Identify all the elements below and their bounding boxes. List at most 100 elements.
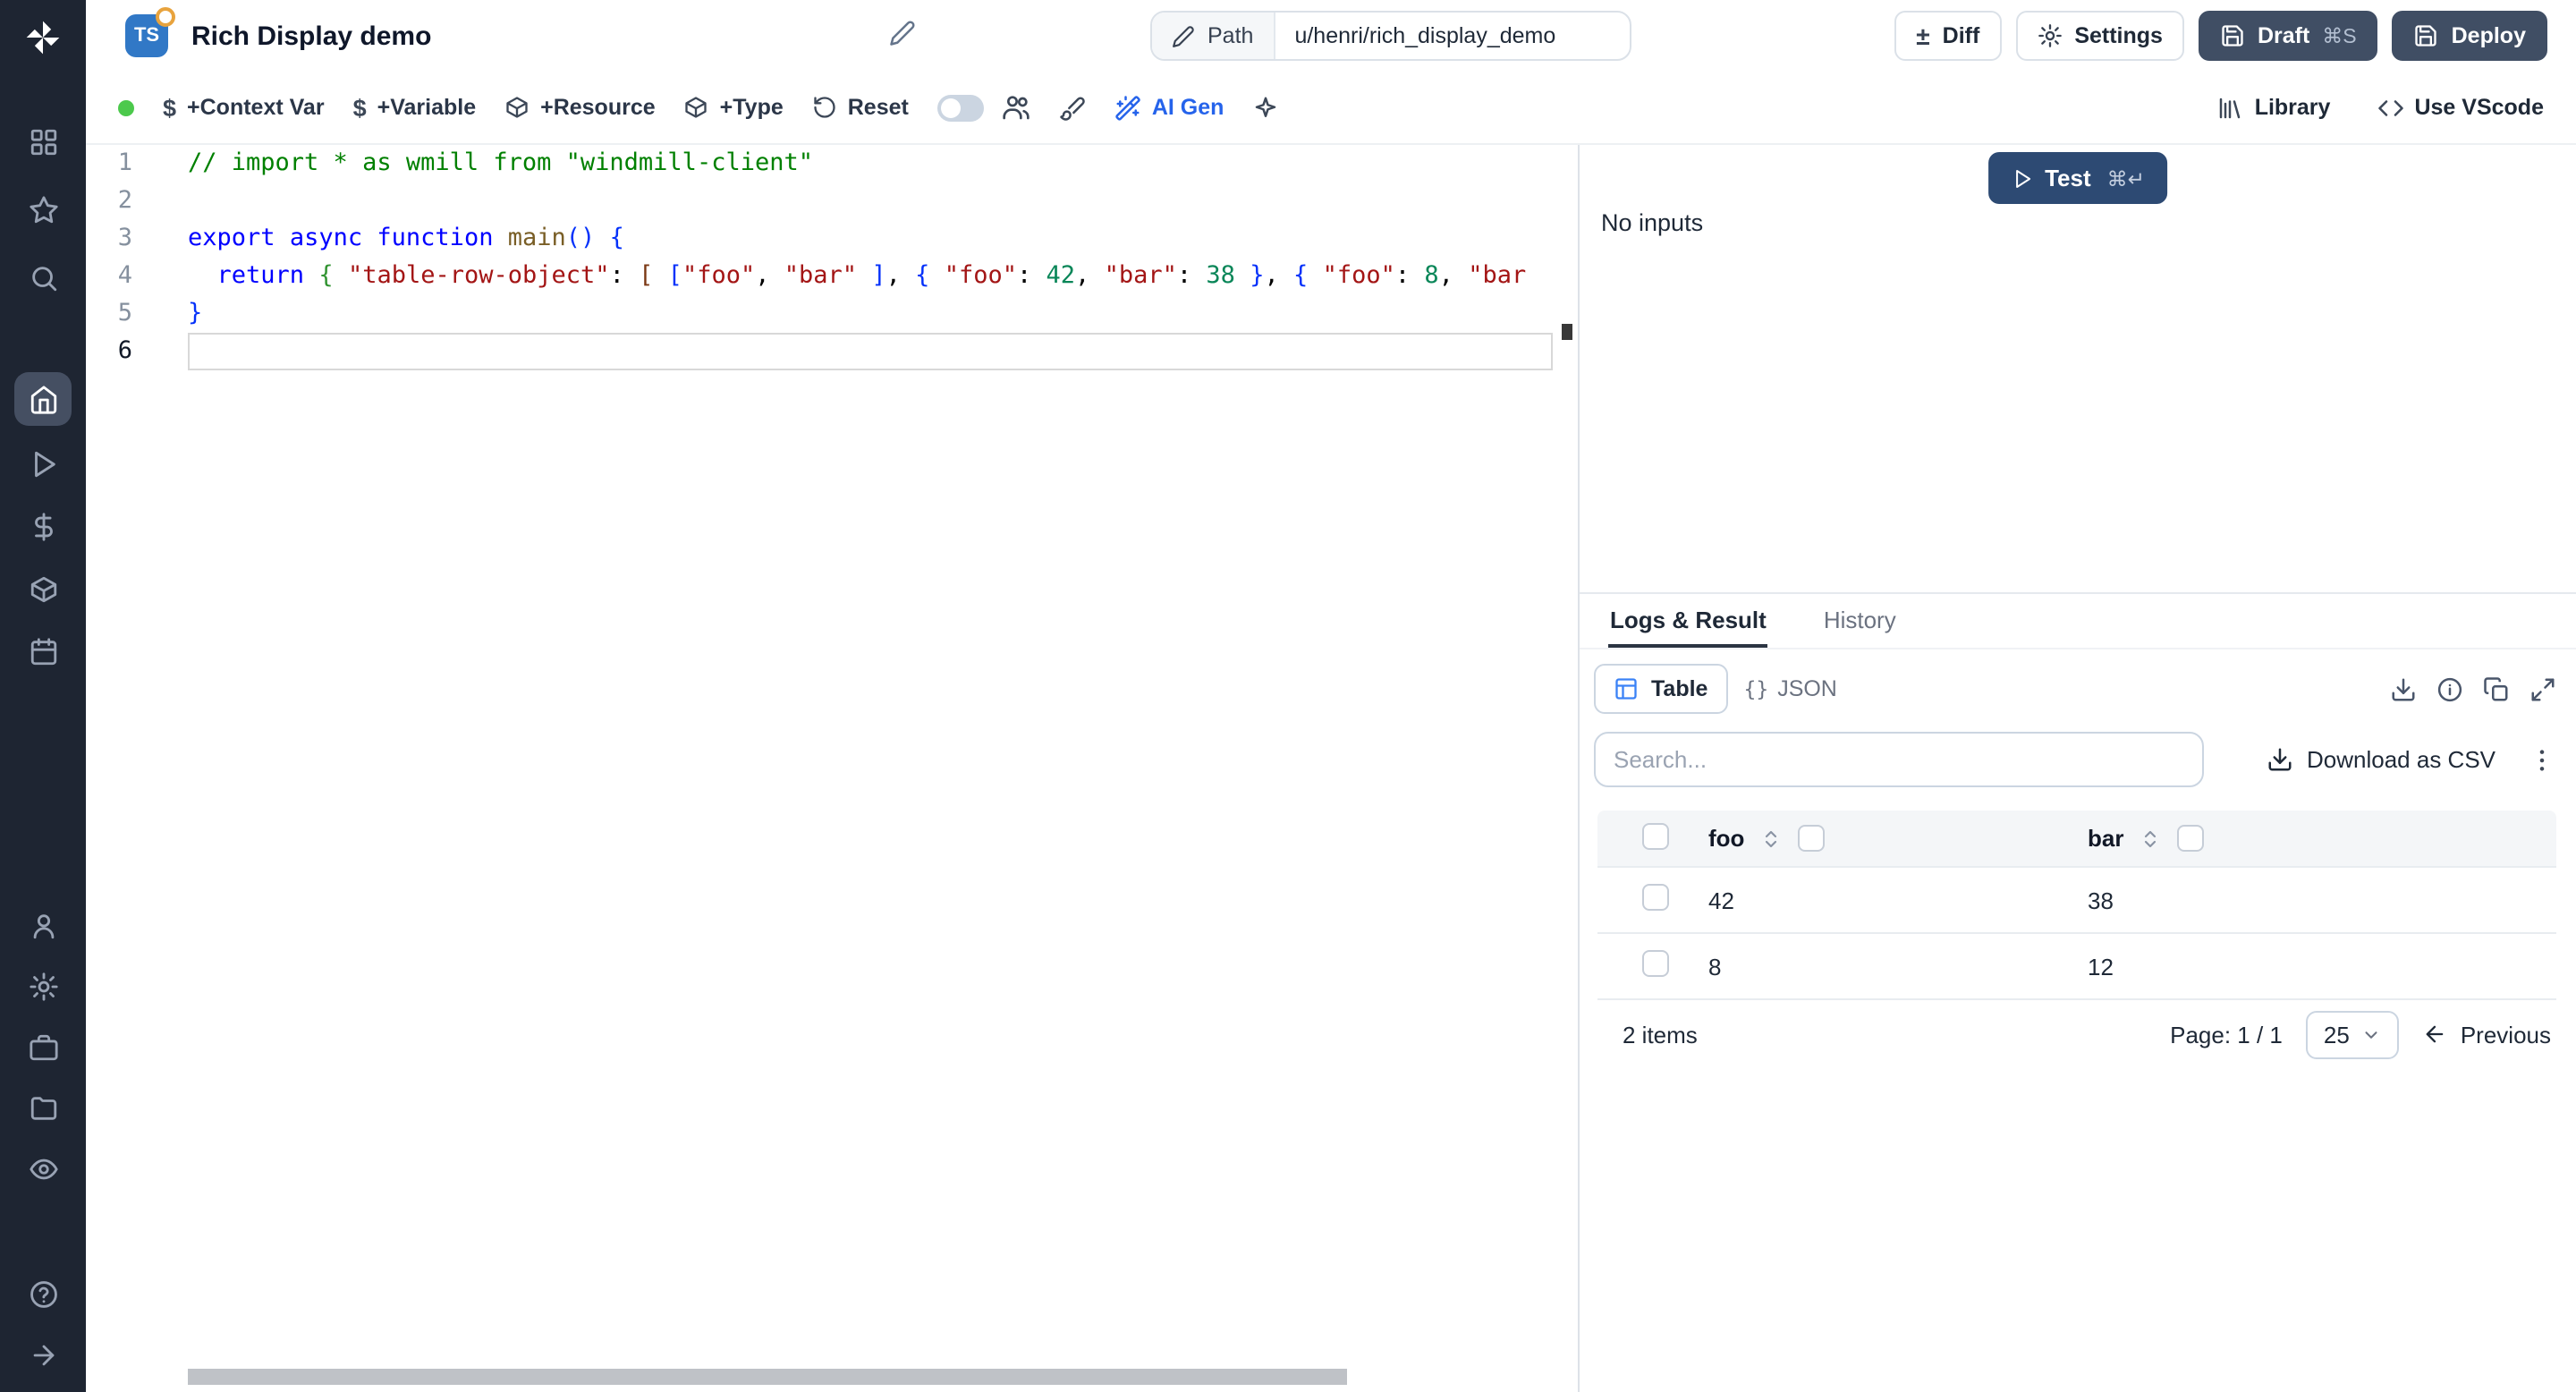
previous-label: Previous	[2461, 1021, 2551, 1048]
code-line[interactable]: export async function main() {	[188, 220, 1553, 258]
view-toggle-json[interactable]: {} JSON	[1727, 664, 1852, 714]
download-icon	[2266, 746, 2292, 773]
column-header-bar: bar	[2088, 825, 2123, 852]
page-indicator: Page: 1 / 1	[2170, 1021, 2283, 1048]
column-checkbox-foo[interactable]	[1798, 825, 1825, 852]
add-type-button[interactable]: +Type	[684, 95, 784, 120]
edit-summary-icon[interactable]	[889, 20, 916, 47]
table-row[interactable]: 8 12	[1597, 934, 2556, 1000]
code-lines[interactable]: // import * as wmill from "windmill-clie…	[188, 145, 1553, 1367]
test-shortcut: ⌘↵	[2107, 166, 2145, 191]
search-input[interactable]	[1594, 732, 2204, 787]
copy-icon[interactable]	[2483, 675, 2510, 702]
expand-icon[interactable]	[2529, 675, 2556, 702]
code-line[interactable]	[188, 182, 1553, 220]
code-line[interactable]: }	[188, 295, 1553, 333]
windmill-logo-icon[interactable]	[23, 18, 63, 57]
reset-icon	[812, 95, 837, 120]
add-resource-label: +Resource	[540, 95, 656, 120]
sidebar-item-folders[interactable]	[14, 1081, 72, 1134]
tab-logs-result[interactable]: Logs & Result	[1608, 594, 1768, 648]
download-csv-button[interactable]: Download as CSV	[2266, 746, 2496, 773]
cell-bar: 12	[2063, 953, 2556, 980]
previous-page-button[interactable]: Previous	[2423, 1021, 2551, 1048]
line-number: 1	[86, 145, 132, 182]
cell-bar: 38	[2063, 887, 2556, 913]
format-brush-icon[interactable]	[1059, 94, 1086, 121]
add-context-var-label: +Context Var	[187, 95, 325, 120]
app-window: TS Rich Display demo Path u/henri/rich_d…	[0, 0, 2576, 1392]
sidebar-item-resources[interactable]	[14, 562, 72, 615]
path-control[interactable]: Path u/henri/rich_display_demo	[1150, 11, 1631, 61]
add-type-label: +Type	[720, 95, 784, 120]
code-line[interactable]: return { "table-row-object": [ ["foo", "…	[188, 258, 1553, 295]
expand-sidebar-icon[interactable]	[14, 1328, 72, 1381]
save-icon	[2220, 23, 2245, 48]
reset-button[interactable]: Reset	[812, 95, 909, 120]
add-context-var-button[interactable]: $ +Context Var	[163, 94, 325, 121]
deploy-label: Deploy	[2452, 23, 2526, 48]
help-icon[interactable]	[14, 1267, 72, 1320]
library-button[interactable]: Library	[2217, 94, 2331, 121]
sidebar-item-schedules[interactable]	[14, 624, 72, 678]
overview-ruler-marker	[1562, 324, 1572, 340]
row-checkbox[interactable]	[1642, 884, 1669, 911]
page-size-select[interactable]: 25	[2306, 1010, 2400, 1058]
more-options-icon[interactable]	[2528, 745, 2556, 774]
cell-foo: 42	[1683, 887, 2063, 913]
code-line[interactable]	[188, 333, 1553, 370]
table-icon	[1614, 676, 1639, 701]
code-line[interactable]: // import * as wmill from "windmill-clie…	[188, 145, 1553, 182]
row-checkbox[interactable]	[1642, 950, 1669, 977]
test-label: Test	[2045, 165, 2091, 191]
sidebar-item-runs[interactable]	[14, 437, 72, 490]
table-footer: 2 items Page: 1 / 1 25	[1597, 1000, 2556, 1068]
add-variable-label: +Variable	[377, 95, 477, 120]
status-dot	[118, 99, 134, 115]
sidebar-item-workers[interactable]	[14, 1020, 72, 1074]
apps-icon[interactable]	[14, 115, 72, 168]
code-editor[interactable]: 123456 // import * as wmill from "windmi…	[86, 145, 1580, 1392]
deploy-icon	[2414, 23, 2439, 48]
package-icon	[504, 95, 530, 120]
diff-button[interactable]: ± Diff	[1894, 11, 2001, 61]
dollar-icon: $	[163, 94, 176, 121]
sidebar	[0, 0, 86, 1392]
view-toggle-table[interactable]: Table	[1594, 664, 1727, 714]
path-value[interactable]: u/henri/rich_display_demo	[1275, 13, 1629, 59]
ai-gen-button[interactable]: AI Gen	[1114, 94, 1224, 121]
path-edit-button[interactable]: Path	[1152, 13, 1275, 59]
users-icon[interactable]	[1002, 93, 1030, 122]
column-checkbox-bar[interactable]	[2177, 825, 2204, 852]
search-icon[interactable]	[14, 250, 72, 304]
use-vscode-button[interactable]: Use VScode	[2377, 94, 2544, 121]
download-icon[interactable]	[2390, 675, 2417, 702]
draft-shortcut: ⌘S	[2322, 23, 2356, 48]
draft-button[interactable]: Draft ⌘S	[2199, 11, 2378, 61]
horizontal-scrollbar[interactable]	[188, 1369, 1347, 1385]
select-all-checkbox[interactable]	[1642, 822, 1669, 849]
topbar: TS Rich Display demo Path u/henri/rich_d…	[86, 0, 2576, 72]
test-button[interactable]: Test ⌘↵	[1987, 152, 2168, 204]
sparkles-icon[interactable]	[1252, 94, 1279, 121]
table-row[interactable]: 42 38	[1597, 868, 2556, 934]
add-variable-button[interactable]: $ +Variable	[353, 94, 477, 121]
sort-icon[interactable]	[2140, 828, 2161, 849]
sort-icon[interactable]	[1760, 828, 1782, 849]
sidebar-item-settings[interactable]	[14, 959, 72, 1013]
sidebar-item-audit-logs[interactable]	[14, 1142, 72, 1195]
tab-history[interactable]: History	[1822, 594, 1898, 648]
add-resource-button[interactable]: +Resource	[504, 95, 656, 120]
sidebar-item-home[interactable]	[14, 372, 72, 426]
share-toggle[interactable]	[937, 94, 984, 121]
ai-gen-label: AI Gen	[1152, 95, 1224, 120]
line-number: 4	[86, 258, 132, 295]
favorites-star-icon[interactable]	[14, 182, 72, 236]
wand-icon	[1114, 94, 1141, 121]
info-icon[interactable]	[2436, 675, 2463, 702]
items-count: 2 items	[1623, 1021, 1698, 1048]
sidebar-item-variables[interactable]	[14, 499, 72, 553]
settings-button[interactable]: Settings	[2015, 11, 2184, 61]
sidebar-item-users[interactable]	[14, 898, 72, 952]
deploy-button[interactable]: Deploy	[2393, 11, 2547, 61]
